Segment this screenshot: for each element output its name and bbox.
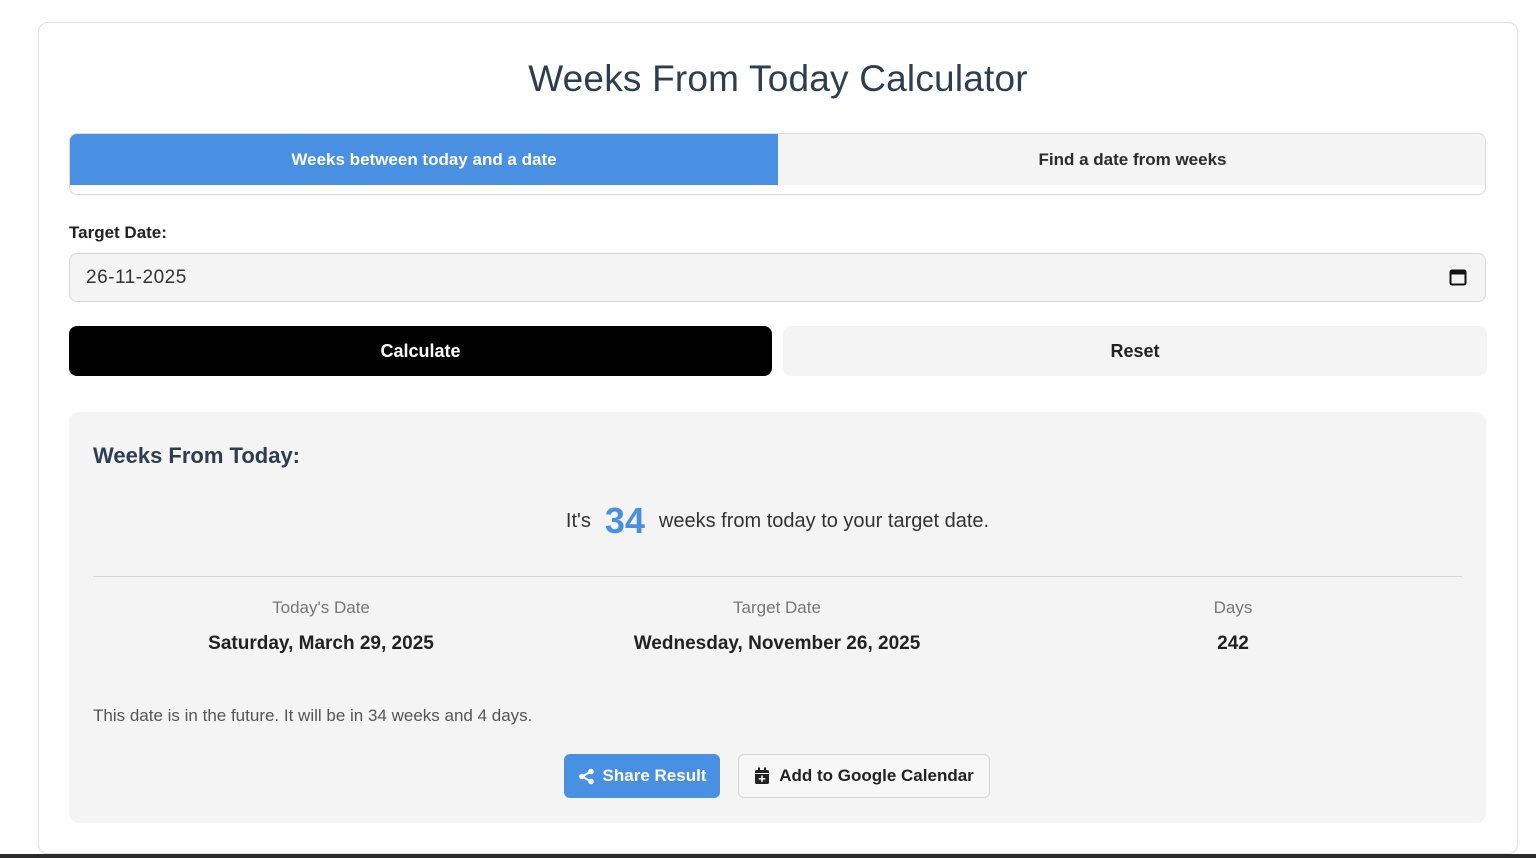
target-date-stat: Target Date Wednesday, November 26, 2025 — [549, 598, 1005, 655]
results-divider — [93, 576, 1462, 577]
future-note: This date is in the future. It will be i… — [93, 706, 533, 725]
today-date-stat: Today's Date Saturday, March 29, 2025 — [93, 598, 549, 655]
add-to-google-calendar-label: Add to Google Calendar — [779, 766, 974, 785]
mode-tabs: Weeks between today and a date Find a da… — [69, 133, 1486, 195]
calculator-card: Weeks From Today Calculator Weeks betwee… — [38, 22, 1518, 854]
add-to-google-calendar-button[interactable]: Add to Google Calendar — [738, 754, 990, 798]
days-label: Days — [1213, 598, 1253, 617]
calendar-plus-icon — [754, 767, 770, 785]
results-panel: Weeks From Today: It's 34 weeks from tod… — [69, 412, 1486, 823]
target-date-input[interactable]: 26-11-2025 — [69, 253, 1486, 302]
weeks-summary: It's 34 weeks from today to your target … — [69, 500, 1486, 542]
share-result-label: Share Result — [602, 766, 707, 785]
days-value: 242 — [1217, 633, 1249, 654]
target-date-stat-value: Wednesday, November 26, 2025 — [633, 633, 921, 654]
results-heading: Weeks From Today: — [93, 443, 301, 468]
tab-weeks-between[interactable]: Weeks between today and a date — [70, 134, 778, 185]
today-date-label: Today's Date — [272, 598, 370, 617]
share-icon — [578, 768, 595, 785]
target-date-stat-label: Target Date — [733, 598, 821, 617]
bottom-edge-bar — [0, 854, 1536, 858]
weeks-count: 34 — [604, 500, 645, 541]
calculate-button[interactable]: Calculate — [69, 326, 772, 376]
page-title: Weeks From Today Calculator — [528, 58, 1028, 99]
days-stat: Days 242 — [1005, 598, 1461, 655]
share-result-button[interactable]: Share Result — [564, 754, 720, 798]
target-date-label: Target Date: — [69, 223, 167, 242]
summary-prefix: It's — [565, 509, 591, 532]
target-date-value: 26-11-2025 — [86, 266, 187, 288]
tab-find-date[interactable]: Find a date from weeks — [778, 134, 1485, 185]
today-date-value: Saturday, March 29, 2025 — [208, 633, 434, 654]
summary-suffix: weeks from today to your target date. — [658, 509, 990, 532]
calendar-icon[interactable] — [1449, 268, 1467, 286]
reset-button[interactable]: Reset — [783, 326, 1487, 376]
